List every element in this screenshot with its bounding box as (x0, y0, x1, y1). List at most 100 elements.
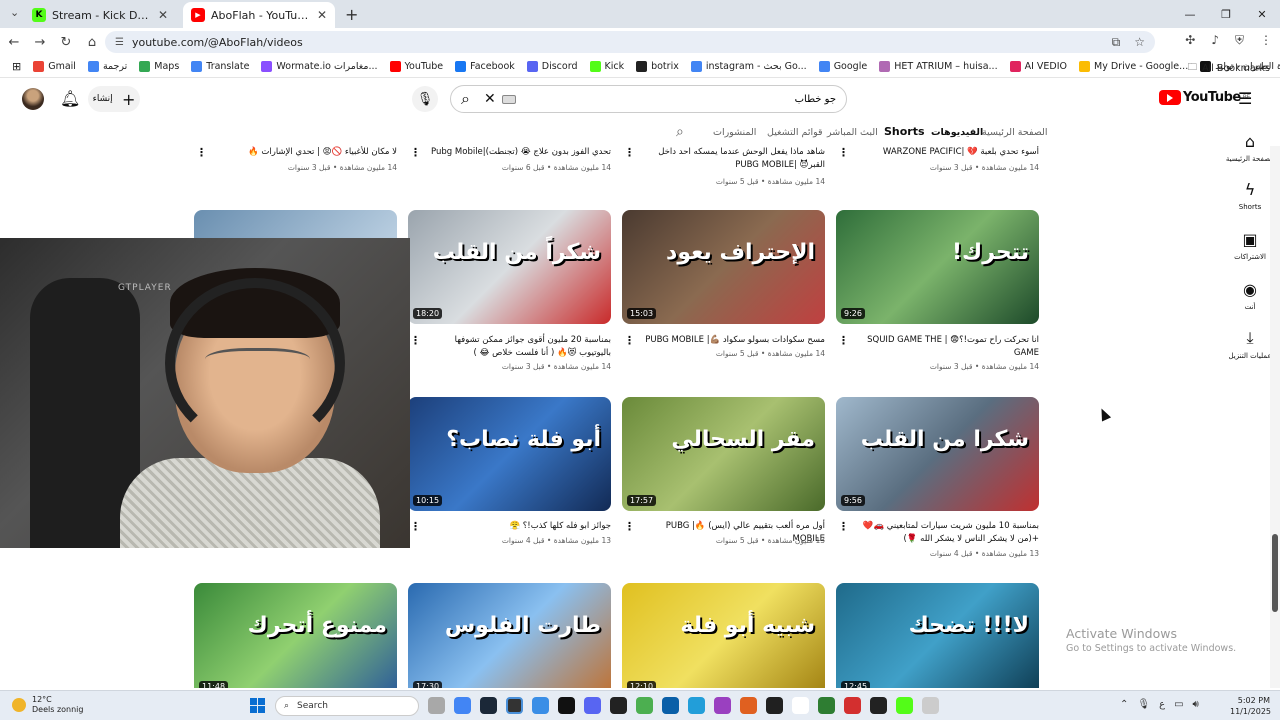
address-bar[interactable]: ☰ youtube.com/@AboFlah/videos ⧉ ☆ (105, 31, 1155, 53)
bookmark-favicon-icon (261, 61, 273, 72)
bookmark-item[interactable]: Maps (139, 61, 179, 72)
bookmark-item[interactable]: ترجمة (87, 61, 127, 72)
taskbar-search[interactable]: ⌕ Search (275, 696, 419, 716)
weather-widget[interactable]: 12°C Deels zonnig (12, 695, 83, 715)
taskbar-app-icon[interactable] (636, 697, 653, 714)
bookmark-item[interactable]: instagram - بحث Go... (690, 61, 807, 72)
install-app-icon[interactable]: ⧉ (1112, 35, 1121, 50)
volume-icon[interactable]: 🔊︎ (1193, 699, 1199, 710)
bookmark-item[interactable]: My Drive - Google... (1079, 61, 1188, 72)
mic-icon[interactable]: 🎙︎ (1137, 699, 1150, 710)
keyboard-icon[interactable] (501, 94, 516, 104)
taskbar-app-icon[interactable] (740, 697, 757, 714)
tab-live[interactable]: البث المباشر (827, 127, 878, 138)
new-tab-button[interactable]: + (345, 5, 358, 24)
taskbar-app-icon[interactable] (532, 697, 549, 714)
taskbar-app-icon[interactable] (844, 697, 861, 714)
search-input[interactable] (523, 93, 836, 105)
taskbar-app-icon[interactable] (714, 697, 731, 714)
taskbar-app-icon[interactable] (558, 697, 575, 714)
taskbar-app-icon[interactable] (870, 697, 887, 714)
reload-icon[interactable]: ↻ (54, 35, 78, 50)
taskbar-app-icon[interactable] (896, 697, 913, 714)
search-icon[interactable]: ⌕ (461, 89, 470, 109)
bookmark-item[interactable]: Kick (589, 61, 624, 72)
taskbar-app-icon[interactable] (584, 697, 601, 714)
video-card[interactable]: شبيه أبو فلة 12:10 (622, 146, 825, 688)
hamburger-menu-icon[interactable]: ☰ (1238, 89, 1252, 108)
create-button[interactable]: إنشاء + (88, 86, 140, 112)
forward-icon[interactable]: → (28, 35, 52, 50)
taskbar-app-icon[interactable] (662, 697, 679, 714)
thumbnail-text: ممنوع أتحرك (247, 613, 387, 638)
video-card[interactable]: طارت الفلوس 17:30 (408, 146, 611, 688)
bookmark-item[interactable]: botrix (636, 61, 679, 72)
taskbar-app-icon[interactable] (766, 697, 783, 714)
bookmark-item[interactable]: HET ATRIUM – huisa... (879, 61, 998, 72)
media-icon[interactable]: ♪ (1211, 33, 1219, 48)
duration-badge: 17:30 (413, 681, 443, 688)
scrollbar-thumb[interactable] (1272, 534, 1278, 612)
restore-icon[interactable]: ❐ (1208, 0, 1244, 28)
bell-icon[interactable]: 🔔︎ (60, 89, 80, 108)
video-thumbnail[interactable]: ممنوع أتحرك 11:48 (194, 583, 397, 688)
bookmark-item[interactable]: Google (818, 61, 867, 72)
minimize-icon[interactable]: — (1172, 0, 1208, 28)
clear-search-icon[interactable]: ✕ (484, 91, 496, 107)
bookmark-item[interactable]: Facebook (455, 61, 515, 72)
taskbar-app-icon[interactable] (428, 697, 445, 714)
browser-tab-youtube[interactable]: ▶ AboFlah - YouTube ✕ (183, 2, 335, 28)
weather-sun-icon (12, 698, 26, 712)
close-tab-icon[interactable]: ✕ (158, 8, 168, 22)
browser-tab-strip: ⌄ K Stream - Kick Dashboard ✕ ▶ AboFlah … (0, 0, 1280, 28)
close-window-icon[interactable]: ✕ (1244, 0, 1280, 28)
video-thumbnail[interactable]: طارت الفلوس 17:30 (408, 583, 611, 688)
avatar[interactable] (22, 88, 44, 110)
close-tab-icon[interactable]: ✕ (317, 8, 327, 22)
back-icon[interactable]: ← (2, 35, 26, 50)
video-thumbnail[interactable]: شبيه أبو فلة 12:10 (622, 583, 825, 688)
bookmark-favicon-icon (455, 61, 467, 72)
tab-search-icon[interactable]: ⌄ (10, 6, 19, 19)
home-icon[interactable]: ⌂ (80, 35, 104, 50)
video-thumbnail[interactable]: لا!!! تضحك 12:45 (836, 583, 1039, 688)
taskbar-app-icon[interactable] (792, 697, 809, 714)
tab-home[interactable]: الصفحة الرئيسية (982, 127, 1048, 138)
bookmark-item[interactable]: Gmail (33, 61, 76, 72)
activate-title: Activate Windows (1066, 626, 1177, 641)
taskbar-app-icon[interactable] (818, 697, 835, 714)
extensions-icon[interactable]: ✣ (1185, 33, 1195, 48)
bookmark-item[interactable]: Discord (526, 61, 578, 72)
page-scrollbar[interactable] (1270, 146, 1280, 688)
site-info-icon[interactable]: ☰ (115, 37, 124, 48)
taskbar-app-icon[interactable] (688, 697, 705, 714)
shield-icon[interactable]: ⛨ (1235, 33, 1244, 48)
taskbar-app-icon[interactable] (480, 697, 497, 714)
channel-search-icon[interactable]: ⌕ (676, 124, 684, 140)
tab-shorts[interactable]: Shorts (884, 125, 925, 138)
browser-tab-kick[interactable]: K Stream - Kick Dashboard ✕ (24, 2, 176, 28)
apps-grid-icon[interactable]: ⊞ (12, 60, 21, 73)
tab-playlists[interactable]: قوائم التشغيل (767, 127, 823, 138)
youtube-logo[interactable]: YouTube BE (1159, 90, 1250, 105)
all-bookmarks-button[interactable]: 🗀 All Bookmarks (1188, 60, 1270, 76)
voice-search-icon[interactable]: 🎙︎ (412, 86, 438, 112)
tray-chevron-icon[interactable]: ⌃ (1120, 699, 1128, 710)
bookmark-item[interactable]: Translate (191, 61, 249, 72)
bookmark-item[interactable]: YouTube (389, 61, 443, 72)
tab-videos[interactable]: الفيديوهات (931, 127, 983, 138)
tab-posts[interactable]: المنشورات (713, 127, 756, 138)
bookmark-item[interactable]: AI VEDIO (1009, 61, 1067, 72)
taskbar-app-icon[interactable] (506, 697, 523, 714)
bookmark-star-icon[interactable]: ☆ (1134, 35, 1145, 50)
menu-icon[interactable]: ⋮ (1260, 33, 1272, 48)
start-button[interactable] (250, 698, 265, 713)
bookmark-item[interactable]: Wormate.io مغامرات... (261, 61, 378, 72)
taskbar-app-icon[interactable] (610, 697, 627, 714)
taskbar-app-icon[interactable] (454, 697, 471, 714)
taskbar-app-icon[interactable] (922, 697, 939, 714)
video-card[interactable]: لا!!! تضحك 12:45 (836, 146, 1039, 688)
network-icon[interactable]: ▭ (1174, 699, 1183, 710)
clock[interactable]: 5:02 PM 11/1/2025 (1230, 695, 1271, 717)
language-icon[interactable]: ع (1159, 699, 1165, 710)
